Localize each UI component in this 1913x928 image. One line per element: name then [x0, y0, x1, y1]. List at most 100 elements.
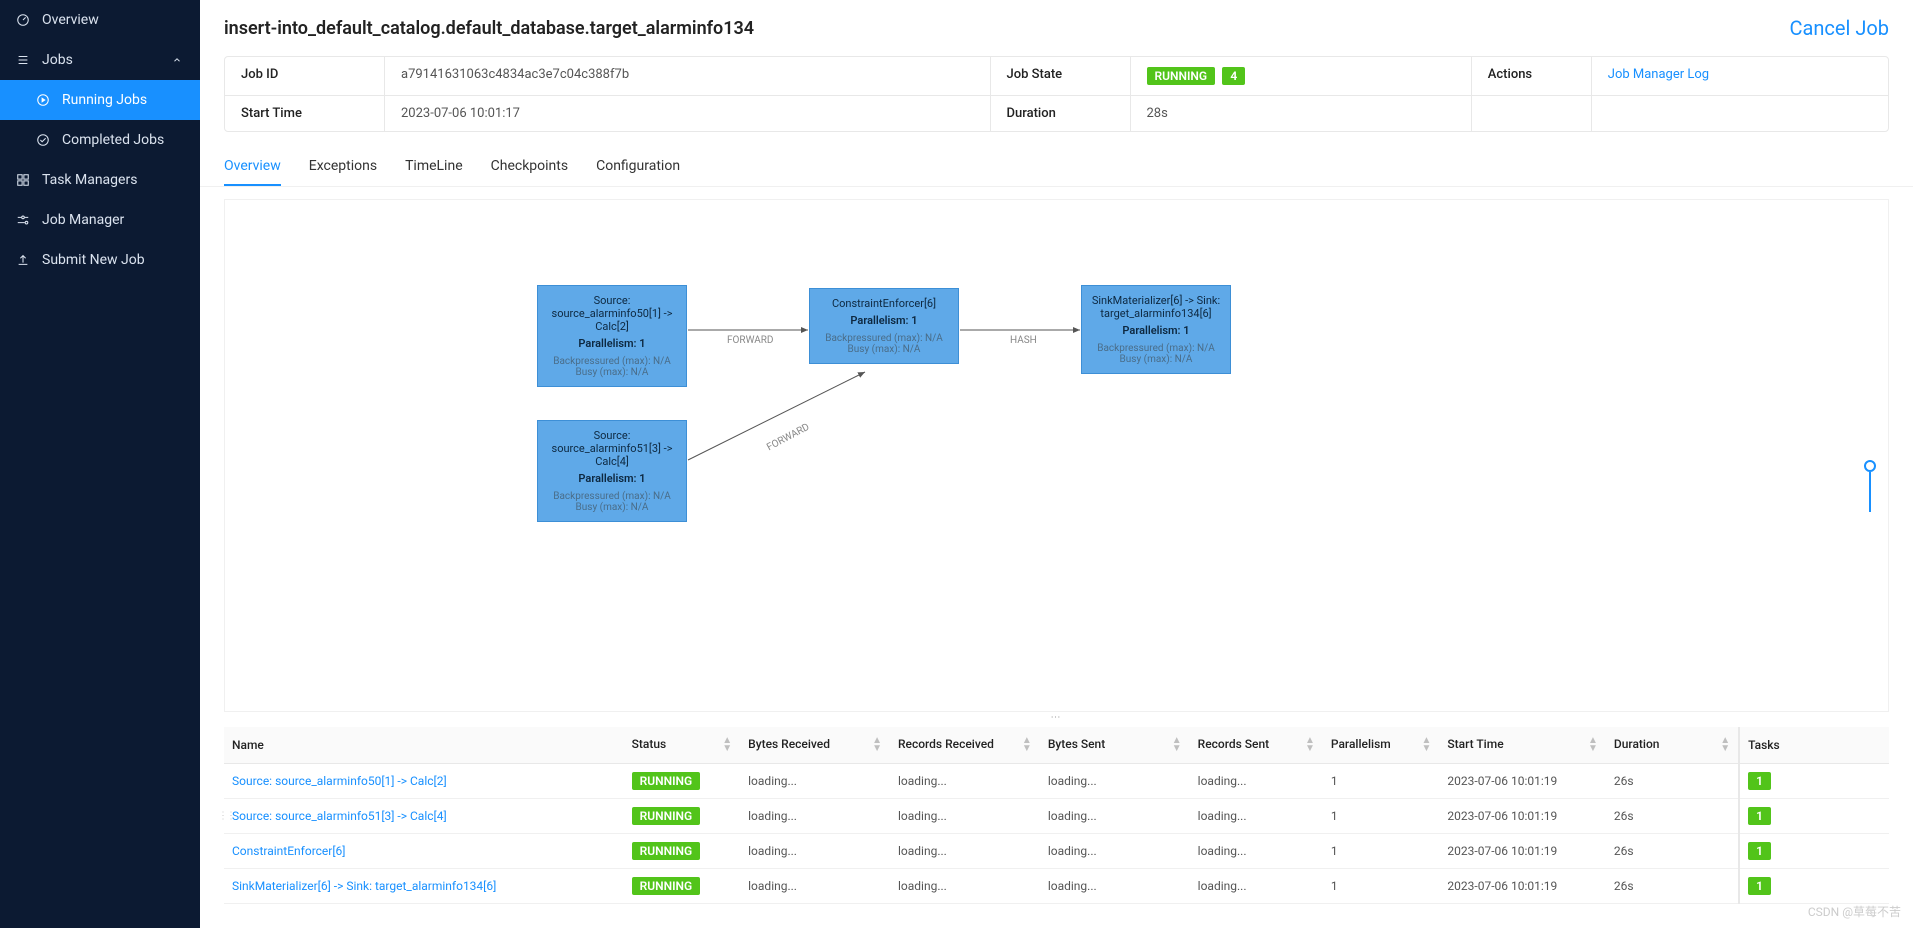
table-row[interactable]: Source: source_alarminfo50[1] -> Calc[2]…	[224, 764, 1889, 799]
col-status[interactable]: Status▲▼	[624, 727, 741, 764]
tab-timeline[interactable]: TimeLine	[405, 148, 463, 186]
sort-icon: ▲▼	[722, 737, 732, 753]
status-badge: RUNNING	[632, 842, 701, 860]
zoom-slider-handle[interactable]	[1864, 460, 1876, 472]
play-circle-icon	[36, 93, 50, 107]
col-start-time[interactable]: Start Time▲▼	[1439, 727, 1606, 764]
dashboard-icon	[16, 13, 30, 27]
sidebar-item-overview[interactable]: Overview	[0, 0, 200, 40]
tasks-badge: 1	[1748, 877, 1771, 895]
edge-label-forward-2: FORWARD	[765, 422, 811, 454]
duration-cell: 26s	[1606, 869, 1739, 904]
status-badge: RUNNING	[632, 772, 701, 790]
main-content: insert-into_default_catalog.default_data…	[200, 0, 1913, 928]
sort-icon: ▲▼	[1422, 737, 1432, 753]
job-graph[interactable]: Source: source_alarminfo50[1] -> Calc[2]…	[224, 199, 1889, 712]
graph-node-source-1[interactable]: Source: source_alarminfo50[1] -> Calc[2]…	[537, 285, 687, 387]
bytes-sent-cell: loading...	[1040, 834, 1190, 869]
sidebar-item-submit-job[interactable]: Submit New Job	[0, 240, 200, 280]
tab-overview[interactable]: Overview	[224, 148, 281, 186]
start-time-cell: 2023-07-06 10:01:19	[1439, 834, 1606, 869]
records-sent-cell: loading...	[1190, 799, 1323, 834]
tab-exceptions[interactable]: Exceptions	[309, 148, 377, 186]
col-records-sent[interactable]: Records Sent▲▼	[1190, 727, 1323, 764]
edge-label-hash: HASH	[1010, 335, 1037, 346]
tasks-badge: 1	[1748, 772, 1771, 790]
table-row[interactable]: ConstraintEnforcer[6]RUNNINGloading...lo…	[224, 834, 1889, 869]
cancel-job-button[interactable]: Cancel Job	[1789, 16, 1889, 40]
sort-icon: ▲▼	[1588, 737, 1598, 753]
tab-configuration[interactable]: Configuration	[596, 148, 680, 186]
sort-icon: ▲▼	[1720, 737, 1730, 753]
job-id-value: a79141631063c4834ac3e7c04c388f7b	[385, 57, 991, 95]
sidebar-item-label: Task Managers	[42, 172, 137, 188]
start-time-label: Start Time	[225, 96, 385, 131]
parallelism-cell: 1	[1323, 834, 1440, 869]
sidebar-item-job-manager[interactable]: Job Manager	[0, 200, 200, 240]
settings-icon	[16, 213, 30, 227]
vertex-name-link[interactable]: SinkMaterializer[6] -> Sink: target_alar…	[232, 879, 496, 893]
job-manager-log-link[interactable]: Job Manager Log	[1608, 67, 1709, 82]
duration-label: Duration	[991, 96, 1131, 131]
zoom-slider-track[interactable]	[1869, 472, 1871, 512]
sidebar-item-label: Job Manager	[42, 212, 124, 228]
vertex-name-link[interactable]: ConstraintEnforcer[6]	[232, 844, 345, 858]
sidebar-item-jobs[interactable]: Jobs	[0, 40, 200, 80]
actions-value: Job Manager Log	[1592, 57, 1888, 95]
start-time-cell: 2023-07-06 10:01:19	[1439, 764, 1606, 799]
sidebar-item-label: Overview	[42, 12, 99, 28]
sort-icon: ▲▼	[872, 737, 882, 753]
bytes-received-cell: loading...	[740, 869, 890, 904]
resize-handle[interactable]: ⋯	[200, 712, 1913, 723]
col-name[interactable]: Name	[224, 727, 624, 764]
status-badge: RUNNING	[632, 807, 701, 825]
check-circle-icon	[36, 133, 50, 147]
page-title: insert-into_default_catalog.default_data…	[224, 18, 754, 39]
sidebar-item-completed-jobs[interactable]: Completed Jobs	[0, 120, 200, 160]
job-state-value: RUNNING 4	[1131, 57, 1472, 95]
vertices-table: Name Status▲▼ Bytes Received▲▼ Records R…	[224, 727, 1889, 904]
col-bytes-received[interactable]: Bytes Received▲▼	[740, 727, 890, 764]
records-sent-cell: loading...	[1190, 869, 1323, 904]
records-received-cell: loading...	[890, 834, 1040, 869]
col-parallelism[interactable]: Parallelism▲▼	[1323, 727, 1440, 764]
records-sent-cell: loading...	[1190, 764, 1323, 799]
sidebar-item-label: Completed Jobs	[62, 132, 164, 148]
watermark: CSDN @草莓不苦	[1808, 903, 1901, 920]
parallelism-cell: 1	[1323, 764, 1440, 799]
page-header: insert-into_default_catalog.default_data…	[200, 0, 1913, 56]
sidebar-item-task-managers[interactable]: Task Managers	[0, 160, 200, 200]
table-row[interactable]: ⋮⋮Source: source_alarminfo51[3] -> Calc[…	[224, 799, 1889, 834]
records-received-cell: loading...	[890, 799, 1040, 834]
records-sent-cell: loading...	[1190, 834, 1323, 869]
job-state-label: Job State	[991, 57, 1131, 95]
col-bytes-sent[interactable]: Bytes Sent▲▼	[1040, 727, 1190, 764]
col-records-received[interactable]: Records Received▲▼	[890, 727, 1040, 764]
start-time-value: 2023-07-06 10:01:17	[385, 96, 991, 131]
graph-node-source-2[interactable]: Source: source_alarminfo51[3] -> Calc[4]…	[537, 420, 687, 522]
bytes-sent-cell: loading...	[1040, 764, 1190, 799]
sidebar-item-running-jobs[interactable]: Running Jobs	[0, 80, 200, 120]
graph-node-constraint[interactable]: ConstraintEnforcer[6] Parallelism: 1 Bac…	[809, 288, 959, 364]
bytes-received-cell: loading...	[740, 799, 890, 834]
start-time-cell: 2023-07-06 10:01:19	[1439, 869, 1606, 904]
list-icon	[16, 53, 30, 67]
job-info-table: Job ID a79141631063c4834ac3e7c04c388f7b …	[224, 56, 1889, 132]
edge-label-forward-1: FORWARD	[727, 335, 773, 346]
status-badge: RUNNING	[1147, 67, 1216, 85]
upload-icon	[16, 253, 30, 267]
vertex-name-link[interactable]: Source: source_alarminfo50[1] -> Calc[2]	[232, 774, 447, 788]
duration-cell: 26s	[1606, 764, 1739, 799]
vertex-name-link[interactable]: Source: source_alarminfo51[3] -> Calc[4]	[232, 809, 447, 823]
job-id-label: Job ID	[225, 57, 385, 95]
table-row[interactable]: SinkMaterializer[6] -> Sink: target_alar…	[224, 869, 1889, 904]
graph-edges	[225, 200, 1888, 711]
drag-handle-icon[interactable]: ⋮⋮	[218, 811, 234, 822]
graph-node-sink[interactable]: SinkMaterializer[6] -> Sink: target_alar…	[1081, 285, 1231, 374]
bytes-received-cell: loading...	[740, 834, 890, 869]
col-tasks[interactable]: Tasks	[1739, 727, 1889, 764]
sidebar-item-label: Jobs	[42, 52, 73, 68]
col-duration[interactable]: Duration▲▼	[1606, 727, 1739, 764]
tab-checkpoints[interactable]: Checkpoints	[491, 148, 568, 186]
duration-cell: 26s	[1606, 799, 1739, 834]
